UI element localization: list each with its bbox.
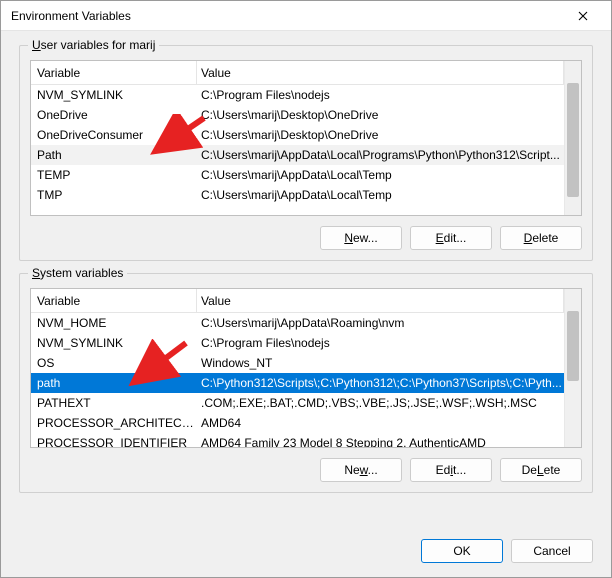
col-header-variable[interactable]: Variable <box>31 61 197 84</box>
var-name: path <box>31 376 197 390</box>
var-name: OS <box>31 356 197 370</box>
var-name: TMP <box>31 188 197 202</box>
var-value: C:\Users\marij\AppData\Roaming\nvm <box>197 316 564 330</box>
ok-button[interactable]: OK <box>421 539 503 563</box>
var-value: .COM;.EXE;.BAT;.CMD;.VBS;.VBE;.JS;.JSE;.… <box>197 396 564 410</box>
var-value: C:\Users\marij\Desktop\OneDrive <box>197 108 564 122</box>
system-delete-button[interactable]: DeLete <box>500 458 582 482</box>
table-row[interactable]: PATHEXT.COM;.EXE;.BAT;.CMD;.VBS;.VBE;.JS… <box>31 393 564 413</box>
col-header-value[interactable]: Value <box>197 289 564 312</box>
dialog-footer: OK Cancel <box>1 533 611 577</box>
table-row[interactable]: pathC:\Python312\Scripts\;C:\Python312\;… <box>31 373 564 393</box>
var-name: PROCESSOR_IDENTIFIER <box>31 436 197 447</box>
var-value: C:\Users\marij\AppData\Local\Temp <box>197 188 564 202</box>
table-row[interactable]: PROCESSOR_IDENTIFIERAMD64 Family 23 Mode… <box>31 433 564 447</box>
list-header: Variable Value <box>31 289 564 313</box>
scrollbar-thumb[interactable] <box>567 83 579 197</box>
system-vars-list[interactable]: Variable Value NVM_HOMEC:\Users\marij\Ap… <box>30 288 582 448</box>
user-vars-label: User variables for marij <box>28 38 159 52</box>
user-edit-button[interactable]: Edit... <box>410 226 492 250</box>
user-vars-list[interactable]: Variable Value NVM_SYMLINKC:\Program Fil… <box>30 60 582 216</box>
var-value: C:\Users\marij\AppData\Local\Temp <box>197 168 564 182</box>
table-row[interactable]: NVM_HOMEC:\Users\marij\AppData\Roaming\n… <box>31 313 564 333</box>
col-header-variable[interactable]: Variable <box>31 289 197 312</box>
table-row[interactable]: OneDriveC:\Users\marij\Desktop\OneDrive <box>31 105 564 125</box>
var-name: NVM_HOME <box>31 316 197 330</box>
close-button[interactable] <box>563 2 603 30</box>
var-value: C:\Users\marij\Desktop\OneDrive <box>197 128 564 142</box>
table-row[interactable]: NVM_SYMLINKC:\Program Files\nodejs <box>31 333 564 353</box>
var-value: C:\Users\marij\AppData\Local\Programs\Py… <box>197 148 564 162</box>
titlebar: Environment Variables <box>1 1 611 31</box>
system-new-button[interactable]: New... <box>320 458 402 482</box>
col-header-value[interactable]: Value <box>197 61 564 84</box>
table-row[interactable]: TEMPC:\Users\marij\AppData\Local\Temp <box>31 165 564 185</box>
var-name: TEMP <box>31 168 197 182</box>
close-icon <box>578 11 588 21</box>
var-value: C:\Program Files\nodejs <box>197 336 564 350</box>
var-value: C:\Program Files\nodejs <box>197 88 564 102</box>
var-value: AMD64 <box>197 416 564 430</box>
table-row[interactable]: PROCESSOR_ARCHITECTUREAMD64 <box>31 413 564 433</box>
scrollbar[interactable] <box>564 61 581 215</box>
scrollbar[interactable] <box>564 289 581 447</box>
user-delete-button[interactable]: Delete <box>500 226 582 250</box>
var-name: NVM_SYMLINK <box>31 88 197 102</box>
var-name: PATHEXT <box>31 396 197 410</box>
system-edit-button[interactable]: Edit... <box>410 458 492 482</box>
var-name: OneDriveConsumer <box>31 128 197 142</box>
var-name: OneDrive <box>31 108 197 122</box>
table-row[interactable]: OSWindows_NT <box>31 353 564 373</box>
system-vars-label: System variables <box>28 266 127 280</box>
var-name: NVM_SYMLINK <box>31 336 197 350</box>
table-row[interactable]: NVM_SYMLINKC:\Program Files\nodejs <box>31 85 564 105</box>
cancel-button[interactable]: Cancel <box>511 539 593 563</box>
scrollbar-thumb[interactable] <box>567 311 579 381</box>
var-value: Windows_NT <box>197 356 564 370</box>
table-row[interactable]: TMPC:\Users\marij\AppData\Local\Temp <box>31 185 564 205</box>
env-vars-dialog: Environment Variables User variables for… <box>0 0 612 578</box>
user-new-button[interactable]: New... <box>320 226 402 250</box>
list-header: Variable Value <box>31 61 564 85</box>
table-row[interactable]: PathC:\Users\marij\AppData\Local\Program… <box>31 145 564 165</box>
table-row[interactable]: OneDriveConsumerC:\Users\marij\Desktop\O… <box>31 125 564 145</box>
var-name: PROCESSOR_ARCHITECTURE <box>31 416 197 430</box>
var-value: AMD64 Family 23 Model 8 Stepping 2, Auth… <box>197 436 564 447</box>
var-value: C:\Python312\Scripts\;C:\Python312\;C:\P… <box>197 376 564 390</box>
system-vars-group: System variables Variable Value NVM_HOME… <box>19 273 593 493</box>
user-vars-group: User variables for marij Variable Value … <box>19 45 593 261</box>
window-title: Environment Variables <box>11 9 563 23</box>
var-name: Path <box>31 148 197 162</box>
